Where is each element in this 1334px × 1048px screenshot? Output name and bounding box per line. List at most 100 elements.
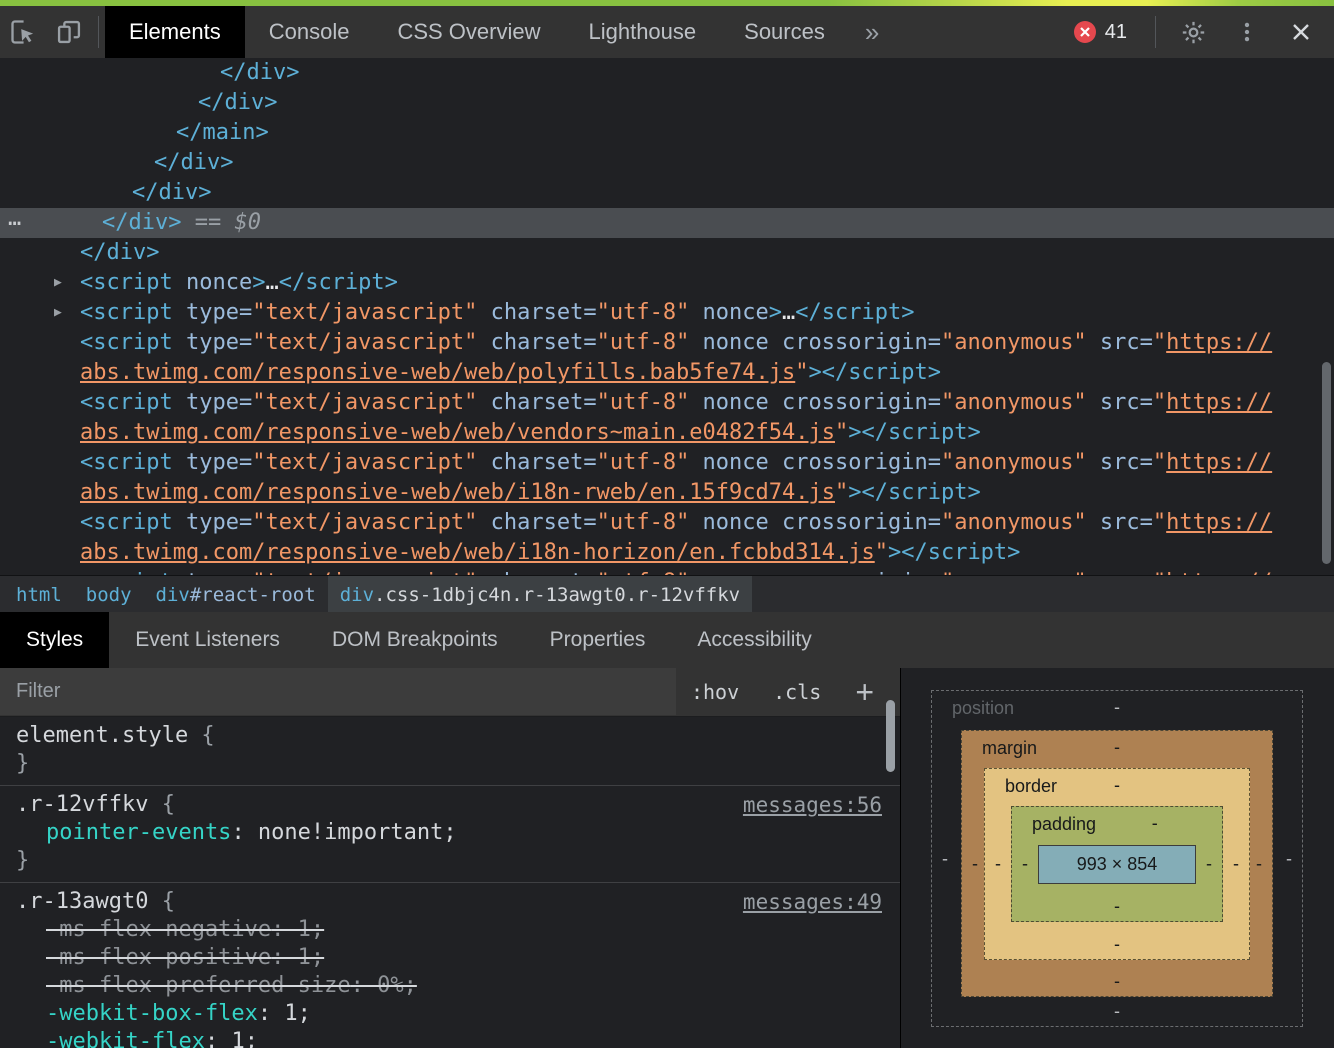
- dom-tree-line[interactable]: <script type="text/javascript" charset="…: [0, 328, 1334, 358]
- dom-tree-line[interactable]: ▶<script nonce>…</script>: [0, 268, 1334, 298]
- dom-tree-line[interactable]: <script type="text/javascript" charset="…: [0, 388, 1334, 418]
- sidebar-tab-event-listeners[interactable]: Event Listeners: [109, 612, 306, 668]
- rule-close-brace: }: [0, 750, 900, 778]
- property-value: : none!important;: [231, 820, 456, 845]
- new-style-rule-button[interactable]: +: [855, 676, 874, 708]
- device-toolbar-button[interactable]: [46, 6, 92, 58]
- dom-tree-line[interactable]: </main>: [0, 118, 1334, 148]
- margin-top-value[interactable]: -: [1114, 737, 1120, 758]
- css-property[interactable]: -ms-flex-positive: 1;: [0, 944, 900, 972]
- border-box[interactable]: border - - - - padding - - - - 993 × 854: [984, 768, 1250, 960]
- kebab-menu-icon[interactable]: [1224, 6, 1270, 58]
- dom-tree-line[interactable]: </div>: [0, 148, 1334, 178]
- padding-left-value[interactable]: -: [1022, 854, 1028, 875]
- rule-selector[interactable]: .r-12vffkv {messages:56: [0, 791, 900, 819]
- console-error-badge[interactable]: 41: [1074, 21, 1127, 44]
- breadcrumb-item[interactable]: div#react-root: [144, 576, 328, 613]
- dom-tree-line[interactable]: abs.twimg.com/responsive-web/web/i18n-rw…: [0, 478, 1334, 508]
- dom-tree-line[interactable]: <script type="text/javascript" charset="…: [0, 448, 1334, 478]
- tab-css-overview[interactable]: CSS Overview: [373, 6, 564, 58]
- border-bottom-value[interactable]: -: [1114, 934, 1120, 955]
- close-devtools-icon[interactable]: [1278, 6, 1324, 58]
- breadcrumb-item[interactable]: div.css-1dbjc4n.r-13awgt0.r-12vffkv: [328, 576, 752, 613]
- padding-box[interactable]: padding - - - - 993 × 854: [1011, 806, 1223, 922]
- margin-box[interactable]: margin - - - - border - - - - padding - …: [961, 730, 1273, 997]
- dom-tree-line[interactable]: abs.twimg.com/responsive-web/web/polyfil…: [0, 358, 1334, 388]
- link-token: https://: [1166, 450, 1272, 475]
- margin-bottom-value[interactable]: -: [1114, 971, 1120, 992]
- settings-gear-icon[interactable]: [1170, 6, 1216, 58]
- rule-source-link[interactable]: messages:49: [743, 888, 882, 916]
- dim-token: ==: [181, 210, 234, 235]
- position-box[interactable]: position - - - - margin - - - - border -…: [931, 690, 1303, 1027]
- border-right-value[interactable]: -: [1233, 854, 1239, 875]
- border-top-value[interactable]: -: [1114, 775, 1120, 796]
- dom-tree-line[interactable]: <script type="text/javascript" charset="…: [0, 568, 1334, 575]
- padding-top-value[interactable]: -: [1152, 813, 1158, 834]
- element-classes-toggle[interactable]: .cls: [773, 680, 821, 704]
- overridden-property: -ms-flex-negative: 1;: [46, 917, 324, 942]
- pseudo-state-toggle[interactable]: :hov: [691, 680, 739, 704]
- position-bottom-value[interactable]: -: [1114, 1001, 1120, 1022]
- dom-tree-line[interactable]: abs.twimg.com/responsive-web/web/i18n-ho…: [0, 538, 1334, 568]
- value-token: "anonymous": [941, 330, 1087, 355]
- elements-scrollbar-thumb[interactable]: [1322, 362, 1331, 564]
- css-property[interactable]: -ms-flex-negative: 1;: [0, 916, 900, 944]
- padding-bottom-value[interactable]: -: [1114, 896, 1120, 917]
- rule-selector[interactable]: element.style {: [0, 722, 900, 750]
- sidebar-tab-accessibility[interactable]: Accessibility: [671, 612, 837, 668]
- expand-arrow-icon[interactable]: ▶: [54, 298, 62, 328]
- value-token: "text/javascript": [252, 510, 477, 535]
- sidebar-tab-styles[interactable]: Styles: [0, 612, 109, 668]
- padding-right-value[interactable]: -: [1206, 854, 1212, 875]
- id-token: #react-root: [190, 584, 316, 606]
- dom-tree-line[interactable]: </div>: [0, 178, 1334, 208]
- styles-scrollbar-thumb[interactable]: [886, 700, 895, 772]
- dom-tree-line[interactable]: …</div> == $0: [0, 208, 1334, 238]
- expand-arrow-icon[interactable]: ▶: [54, 268, 62, 298]
- attr-token: nonce: [173, 270, 252, 295]
- tab-lighthouse[interactable]: Lighthouse: [564, 6, 720, 58]
- tag-token: <script: [80, 450, 173, 475]
- overflow-dots-icon[interactable]: …: [8, 204, 22, 234]
- filter-toggles: :hov .cls +: [691, 668, 874, 715]
- position-left-value[interactable]: -: [942, 848, 948, 869]
- plain-token: …: [782, 300, 795, 325]
- devtools-window: ElementsConsoleCSS OverviewLighthouseSou…: [0, 0, 1334, 1048]
- dom-tree-line[interactable]: ▶<script type="text/javascript" charset=…: [0, 298, 1334, 328]
- border-left-value[interactable]: -: [995, 854, 1001, 875]
- position-right-value[interactable]: -: [1286, 848, 1292, 869]
- sidebar-tab-dom-breakpoints[interactable]: DOM Breakpoints: [306, 612, 524, 668]
- css-property[interactable]: -webkit-box-flex: 1;: [0, 1000, 900, 1028]
- css-property[interactable]: pointer-events: none!important;: [0, 819, 900, 847]
- tag-token: <script: [80, 390, 173, 415]
- tab-console[interactable]: Console: [245, 6, 374, 58]
- tab-elements[interactable]: Elements: [105, 6, 245, 58]
- tag-token: </script>: [279, 270, 398, 295]
- dom-tree-line[interactable]: </div>: [0, 238, 1334, 268]
- rule-selector[interactable]: .r-13awgt0 {messages:49: [0, 888, 900, 916]
- dom-tree-line[interactable]: </div>: [0, 58, 1334, 88]
- styles-filter-input[interactable]: [0, 668, 676, 715]
- content-box[interactable]: 993 × 854: [1038, 845, 1196, 884]
- dom-tree-line[interactable]: </div>: [0, 88, 1334, 118]
- attr-token: nonce: [689, 300, 768, 325]
- breadcrumb-item[interactable]: body: [74, 576, 144, 613]
- dom-tree-line[interactable]: <script type="text/javascript" charset="…: [0, 508, 1334, 538]
- css-property[interactable]: -webkit-flex: 1;: [0, 1028, 900, 1048]
- margin-right-value[interactable]: -: [1256, 853, 1262, 874]
- more-tabs-button[interactable]: »: [849, 17, 895, 48]
- dom-tree-line[interactable]: abs.twimg.com/responsive-web/web/vendors…: [0, 418, 1334, 448]
- sidebar-tab-properties[interactable]: Properties: [524, 612, 672, 668]
- overridden-property: -ms-flex-positive: 1;: [46, 945, 324, 970]
- breadcrumb-item[interactable]: html: [4, 576, 74, 613]
- attr-token: src=: [1087, 510, 1153, 535]
- position-top-value[interactable]: -: [1114, 697, 1120, 718]
- tab-sources[interactable]: Sources: [720, 6, 849, 58]
- rule-source-link[interactable]: messages:56: [743, 791, 882, 819]
- css-property[interactable]: -ms-flex-preferred-size: 0%;: [0, 972, 900, 1000]
- inspect-element-button[interactable]: [0, 6, 46, 58]
- margin-left-value[interactable]: -: [972, 853, 978, 874]
- property-name: -ms-flex-positive: [46, 945, 271, 970]
- elements-tree: </div></div></main></div></div>…</div> =…: [0, 58, 1334, 575]
